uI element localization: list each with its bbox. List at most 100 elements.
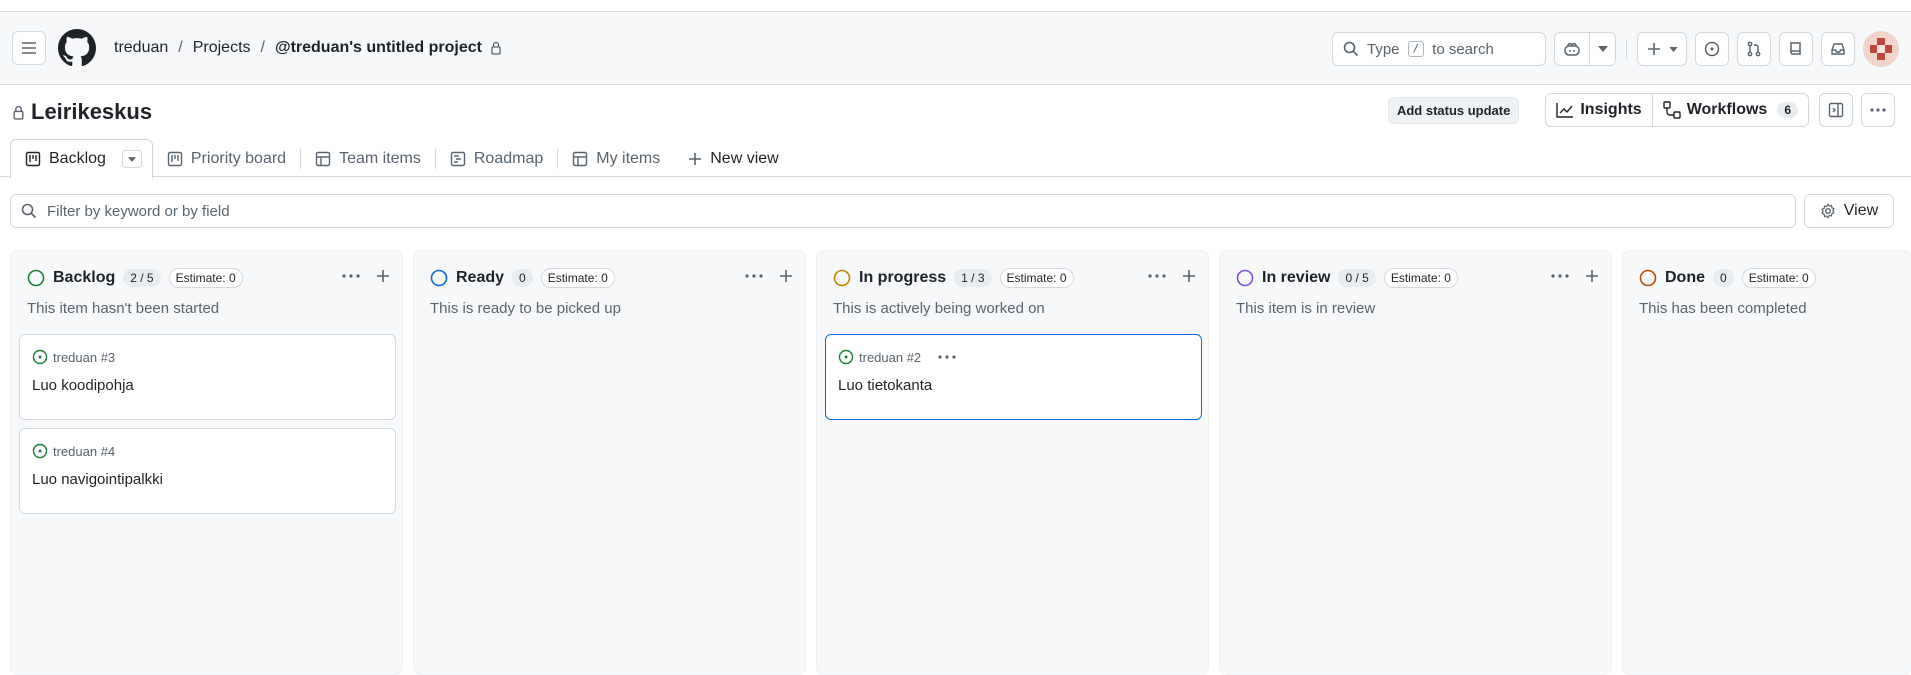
tab-roadmap[interactable]: Roadmap [436,140,557,178]
tab-label: New view [710,150,779,167]
card-title[interactable]: Luo koodipohja [32,377,383,394]
tab-priority-board[interactable]: Priority board [153,140,300,178]
search-shortcut-key: / [1407,41,1425,57]
repositories-button[interactable] [1779,32,1813,66]
status-circle-icon [27,269,45,287]
column-add-item-button[interactable] [376,269,390,283]
tab-my-items[interactable]: My items [558,140,674,178]
toggle-side-panel-button[interactable] [1819,93,1853,127]
column-description: This item hasn't been started [27,300,220,317]
column-add-item-button[interactable] [1585,269,1599,283]
card-issue-ref[interactable]: treduan #4 [53,444,115,459]
workflows-button[interactable]: Workflows 6 [1651,94,1808,126]
column-count-badge: 0 [1713,269,1734,287]
breadcrumb-separator: / [178,39,183,56]
project-actions: Add status update Insights Workflows 6 [1387,93,1895,127]
github-logo-icon[interactable] [58,29,96,67]
breadcrumb-projects[interactable]: Projects [187,39,257,57]
plus-icon [1183,270,1195,282]
insights-workflows-group: Insights Workflows 6 [1545,93,1809,127]
card-more-button[interactable] [938,355,956,359]
pull-requests-button[interactable] [1737,32,1771,66]
tab-label: Roadmap [473,150,544,167]
search-input[interactable]: Type / to search [1332,32,1546,66]
search-icon [21,203,37,219]
tab-backlog[interactable]: Backlog [10,139,153,179]
card-issue-ref[interactable]: treduan #3 [53,350,115,365]
search-icon [1343,41,1359,57]
column-header: In review 0 / 5 Estimate: 0 [1236,268,1458,288]
tab-team-items[interactable]: Team items [301,140,435,178]
card-meta: treduan #3 [32,349,383,365]
create-new-button[interactable] [1637,32,1687,66]
column-more-button[interactable] [1551,274,1569,278]
card-title[interactable]: Luo navigointipalkki [32,471,383,488]
tab-options-button[interactable] [121,150,142,168]
filter-placeholder: Filter by keyword or by field [47,202,230,220]
issue-opened-icon [1704,41,1720,57]
column-estimate-badge: Estimate: 0 [540,268,615,288]
status-circle-icon [1236,269,1254,287]
project-more-button[interactable] [1861,93,1895,127]
card-meta: treduan #4 [32,443,383,459]
card-issue-ref[interactable]: treduan #2 [859,350,921,365]
inbox-icon [1831,43,1845,55]
view-options-button[interactable]: View [1804,194,1894,228]
inbox-button[interactable] [1821,32,1855,66]
column-estimate-badge: Estimate: 0 [168,268,243,288]
issue-card[interactable]: treduan #3 Luo koodipohja [19,334,396,420]
issue-card[interactable]: treduan #2 Luo tietokanta [825,334,1202,420]
column-more-button[interactable] [1148,274,1166,278]
column-tools [1551,269,1599,283]
tab-label: Backlog [49,150,106,167]
card-title[interactable]: Luo tietokanta [838,377,1189,394]
insights-label: Insights [1580,101,1642,118]
project-header: Leirikeskus Add status update Insights W… [0,85,1911,179]
filter-bar: Filter by keyword or by field View [10,194,1894,230]
table-icon [573,151,588,167]
column-add-item-button[interactable] [1182,269,1196,283]
plus-icon [689,153,702,165]
issues-button[interactable] [1695,32,1729,66]
workflow-icon [1663,101,1681,119]
breadcrumb-owner[interactable]: treduan [108,39,174,57]
column-more-button[interactable] [342,274,360,278]
filter-input[interactable]: Filter by keyword or by field [10,194,1796,228]
column-more-button[interactable] [745,274,763,278]
tab-label: My items [596,150,661,167]
column-name: In progress [859,269,947,286]
sidebar-expand-icon [1828,102,1844,118]
column-header: Done 0 Estimate: 0 [1639,268,1816,288]
issue-opened-icon [32,443,48,459]
status-circle-icon [430,269,448,287]
insights-button[interactable]: Insights [1546,94,1651,126]
breadcrumb: treduan / Projects / @treduan's untitled… [108,39,502,57]
avatar[interactable] [1863,31,1899,67]
triangle-down-icon [1668,46,1678,52]
add-status-update-button[interactable]: Add status update [1387,96,1520,124]
triangle-down-icon [127,156,136,162]
global-header: treduan / Projects / @treduan's untitled… [0,12,1911,85]
column-header: Backlog 2 / 5 Estimate: 0 [27,268,243,288]
column-description: This is actively being worked on [833,300,1045,317]
workflows-label: Workflows [1686,101,1768,118]
tab-label: Priority board [190,150,287,167]
column-name: Done [1665,269,1705,286]
hamburger-menu-button[interactable] [12,31,46,65]
status-circle-icon [833,269,851,287]
column-add-item-button[interactable] [779,269,793,283]
issue-card[interactable]: treduan #4 Luo navigointipalkki [19,428,396,514]
graph-icon [1556,103,1574,118]
breadcrumb-project[interactable]: @treduan's untitled project [269,39,488,57]
new-view-button[interactable]: New view [674,140,792,178]
issue-opened-icon [32,349,48,365]
column-description: This is ready to be picked up [430,300,621,317]
table-icon [315,151,331,167]
board-column-done: Done 0 Estimate: 0 This has been complet… [1622,250,1911,675]
copilot-menu-button[interactable] [1589,33,1615,65]
board-column-backlog: Backlog 2 / 5 Estimate: 0 This item hasn… [10,250,403,675]
copilot-button-group [1554,32,1616,66]
browser-top-strip [0,0,1911,12]
status-circle-icon [1639,269,1657,287]
copilot-button[interactable] [1555,33,1589,65]
